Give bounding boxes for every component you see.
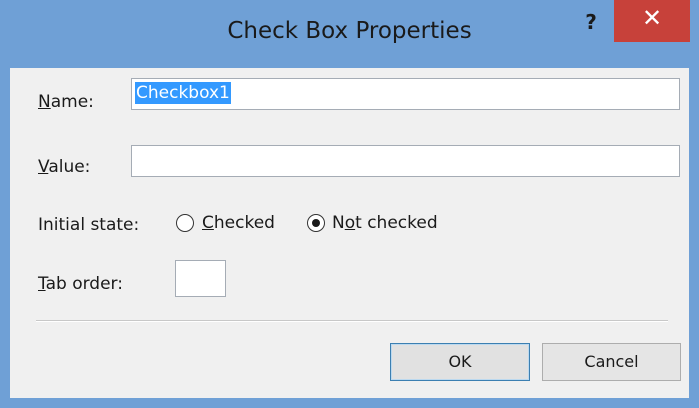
not-checked-radio[interactable] — [307, 214, 325, 232]
help-button[interactable]: ? — [576, 6, 606, 38]
value-input[interactable] — [131, 145, 680, 177]
value-label: Value: — [38, 157, 91, 177]
radio-selected-dot — [311, 218, 320, 227]
initial-state-label: Initial state: — [38, 215, 140, 235]
tab-order-label: Tab order: — [38, 274, 123, 294]
checked-radio-label[interactable]: Checked — [202, 213, 275, 233]
cancel-button[interactable]: Cancel — [542, 343, 681, 381]
dialog-body: Name: Checkbox1 Value: Initial state: Ch… — [10, 68, 689, 398]
name-input[interactable]: Checkbox1 — [131, 78, 680, 110]
name-label: Name: — [38, 92, 94, 112]
close-button[interactable]: ✕ — [614, 0, 690, 42]
name-input-value: Checkbox1 — [135, 82, 231, 104]
tab-order-input[interactable] — [175, 260, 226, 297]
checked-radio[interactable] — [176, 214, 194, 232]
close-icon: ✕ — [641, 4, 663, 32]
title-bar[interactable]: Check Box Properties ? ✕ — [0, 0, 699, 68]
not-checked-radio-label[interactable]: Not checked — [332, 213, 438, 233]
ok-button[interactable]: OK — [390, 343, 530, 381]
separator — [36, 320, 668, 322]
check-box-properties-dialog: Check Box Properties ? ✕ Name: Checkbox1… — [0, 0, 699, 408]
